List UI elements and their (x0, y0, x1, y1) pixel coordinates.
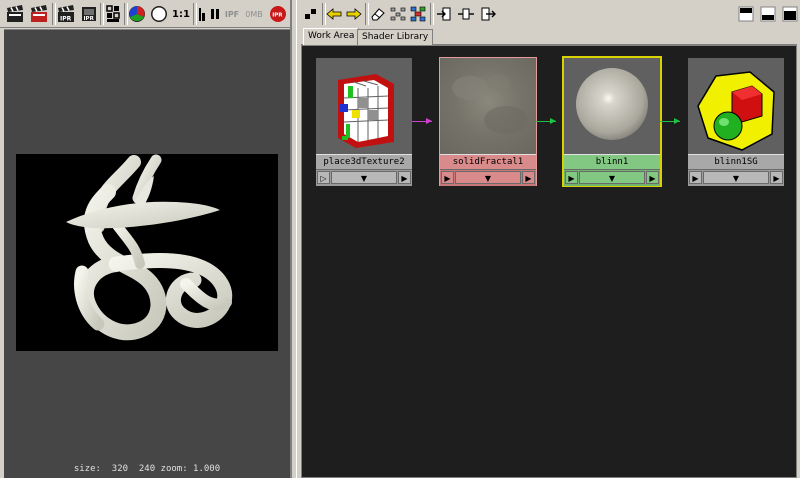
render-view-panel: IPR IPR 1:1 IPF 0MB IPR size: 320 240 zo… (0, 0, 292, 478)
node-swatch (688, 58, 784, 154)
pause-icon (211, 9, 219, 19)
node-label-solidfractal[interactable]: solidFractal1 (440, 154, 536, 170)
keep-image-button[interactable] (196, 4, 208, 24)
layout-bottom-icon (760, 6, 776, 22)
hypershade-work-area[interactable]: place3dTexture2 ▷ ▼ ▶ solidFractal1 ▶ ▼ … (301, 45, 797, 478)
render-settings-button[interactable] (103, 4, 123, 24)
pause-ipr-button[interactable] (208, 4, 222, 24)
fractal-texture-swatch (440, 58, 536, 154)
ipr-clapperboard-icon: IPR (58, 5, 74, 23)
attribute-menu-port[interactable]: ▼ (331, 171, 397, 184)
render-canvas: size: 320 240 zoom: 1.000 (4, 29, 290, 478)
layout-bottom-tabs-button[interactable] (759, 4, 777, 24)
attribute-menu-port[interactable]: ▼ (703, 171, 769, 184)
ipr-memory-label: 0MB (245, 9, 263, 19)
node-swatch (440, 58, 536, 154)
display-alpha-channel-button[interactable] (149, 4, 169, 24)
node-solidfractal[interactable]: solidFractal1 ▶ ▼ ▶ (439, 57, 537, 186)
output-port[interactable]: ▶ (522, 171, 535, 184)
render-status-text: size: 320 240 zoom: 1.000 (73, 464, 221, 474)
graph-network-icon (410, 6, 426, 22)
display-rgb-channels-button[interactable] (127, 4, 147, 24)
input-port[interactable]: ▶ (689, 171, 702, 184)
rgb-channels-icon (129, 6, 145, 22)
redo-previous-render-button[interactable] (28, 4, 50, 24)
keep-image-icon (199, 8, 205, 21)
place3d-texture-icon (316, 58, 412, 154)
attribute-menu-port[interactable]: ▼ (455, 171, 521, 184)
output-port[interactable]: ▶ (646, 171, 659, 184)
rendered-knot-sculpture (66, 154, 233, 341)
node-ports: ▶ ▼ ▶ (440, 169, 536, 186)
render-globals-icon (106, 5, 120, 22)
shading-group-icon (688, 58, 784, 154)
stop-ipr-button[interactable]: IPR (268, 4, 288, 24)
input-output-connections-icon (458, 8, 474, 20)
attribute-menu-port[interactable]: ▼ (579, 171, 645, 184)
render-view-toolbar: IPR IPR 1:1 IPF 0MB IPR (0, 0, 290, 28)
tab-shader-library[interactable]: Shader Library (357, 29, 434, 45)
hypershade-tab-strip: Work Area Shader Library (301, 28, 797, 45)
alpha-channel-icon (151, 6, 167, 22)
clapperboard-icon (7, 5, 23, 22)
render-current-frame-button[interactable] (4, 4, 26, 24)
eraser-icon (371, 8, 385, 21)
output-connections-icon (481, 7, 496, 21)
ipr-stop-icon: IPR (270, 6, 286, 22)
node-blinn-shading-group[interactable]: blinn1SG ▶ ▼ ▶ (688, 58, 784, 186)
node-swatch (316, 58, 412, 154)
connection-arrowhead (426, 118, 432, 124)
input-port[interactable]: ▶ (441, 171, 454, 184)
hypershade-toolbar (297, 0, 800, 28)
arrow-left-icon (326, 8, 342, 20)
input-connections-icon (437, 7, 451, 21)
layout-work-area-icon (782, 6, 798, 22)
node-ports: ▶ ▼ ▶ (688, 169, 784, 186)
rearrange-nodes-icon (390, 7, 406, 21)
rendered-image (16, 154, 278, 351)
back-button[interactable] (325, 4, 343, 24)
connection-arrowhead (674, 118, 680, 124)
refresh-ipr-image-button[interactable]: IPR (79, 4, 99, 24)
connection-arrowhead (550, 118, 556, 124)
node-blinn[interactable]: blinn1 ▶ ▼ ▶ (562, 56, 662, 187)
node-label-blinn[interactable]: blinn1 (564, 154, 660, 170)
blinn-sphere-swatch (564, 58, 660, 154)
input-connections-button[interactable] (435, 4, 453, 24)
clear-graph-button[interactable] (369, 4, 387, 24)
input-port[interactable]: ▶ (565, 171, 578, 184)
forward-button[interactable] (345, 4, 363, 24)
toggle-panel-button[interactable] (303, 4, 319, 24)
ipr-stop-icon-lettering: IPR (272, 13, 283, 19)
toggle-panel-icon (305, 9, 316, 19)
node-label-place3dtexture[interactable]: place3dTexture2 (316, 154, 412, 170)
layout-top-tabs-button[interactable] (737, 4, 755, 24)
node-swatch (564, 58, 660, 154)
rearrange-graph-button[interactable] (389, 4, 407, 24)
node-ports: ▷ ▼ ▶ (316, 169, 412, 186)
layout-work-area-button[interactable] (781, 4, 799, 24)
node-ports: ▶ ▼ ▶ (564, 169, 660, 186)
clapperboard-redo-icon (31, 5, 47, 22)
ipr-refresh-icon-lettering: IPR (84, 16, 95, 22)
ipr-icon-lettering: IPR (60, 16, 72, 23)
output-connections-button[interactable] (479, 4, 497, 24)
hypershade-panel: Work Area Shader Library place3dTexture2… (296, 0, 800, 478)
node-label-blinn-sg[interactable]: blinn1SG (688, 154, 784, 170)
node-place3dtexture[interactable]: place3dTexture2 ▷ ▼ ▶ (316, 58, 412, 186)
arrow-right-icon (346, 8, 362, 20)
input-port[interactable]: ▷ (317, 171, 330, 184)
layout-top-icon (738, 6, 754, 22)
ipr-file-label: IPF (224, 9, 240, 19)
input-output-connections-button[interactable] (457, 4, 475, 24)
ipr-refresh-icon: IPR (82, 7, 96, 22)
graph-materials-button[interactable] (409, 4, 427, 24)
tab-work-area[interactable]: Work Area (303, 28, 360, 45)
ipr-render-button[interactable]: IPR (55, 4, 77, 24)
real-size-button[interactable]: 1:1 (171, 4, 191, 24)
output-port[interactable]: ▶ (770, 171, 783, 184)
output-port[interactable]: ▶ (398, 171, 411, 184)
